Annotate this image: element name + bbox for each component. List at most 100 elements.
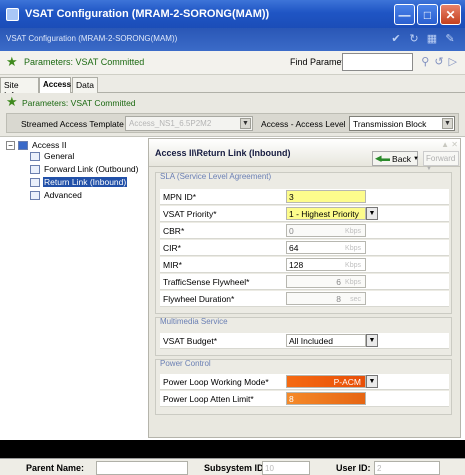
maximize-button[interactable]: □ xyxy=(417,4,438,25)
window-subtitle-bar: VSAT Configuration (MRAM-2-SORONG(MAM)) … xyxy=(0,28,465,51)
cir-input[interactable]: 64 Kbps xyxy=(286,241,366,254)
mpn-id-row: MPN ID* 3 xyxy=(160,189,449,205)
cbr-input[interactable]: 0 Kbps xyxy=(286,224,366,237)
tree-item-forward-link[interactable]: Forward Link (Outbound) xyxy=(44,164,139,174)
user-id-label: User ID: xyxy=(336,463,371,473)
window-subtitle: VSAT Configuration (MRAM-2-SORONG(MAM)) xyxy=(6,34,178,43)
find-parameter-input[interactable] xyxy=(342,53,413,71)
chevron-down-icon[interactable]: ▼ xyxy=(240,118,251,129)
back-label: Back xyxy=(392,153,411,164)
subsystem-id-field: 10 xyxy=(262,461,310,475)
flywheel-row: TrafficSense Flywheel* 6 Kbps xyxy=(160,274,449,290)
template-bar: Streamed Access Template Access_NS1_6.5P… xyxy=(6,113,459,133)
flywheel-duration-label: Flywheel Duration* xyxy=(163,294,235,304)
power-control-group: Power Control Power Loop Working Mode* P… xyxy=(155,359,452,415)
forward-button[interactable]: Forward ▼ xyxy=(423,151,459,172)
window-title: VSAT Configuration (MRAM-2-SORONG(MAM)) xyxy=(25,8,270,20)
collapse-icon[interactable]: − xyxy=(6,141,15,150)
save-icon[interactable]: ▦ xyxy=(425,31,439,45)
power-loop-atten-input[interactable]: 8 xyxy=(286,392,366,405)
refresh-icon[interactable]: ↻ xyxy=(407,31,421,45)
chevron-down-icon: ▼ xyxy=(412,155,419,162)
cbr-label: CBR* xyxy=(163,226,185,236)
power-loop-mode-select[interactable]: P-ACM xyxy=(286,375,366,388)
mir-value: 128 xyxy=(289,260,304,270)
mir-input[interactable]: 128 Kbps xyxy=(286,258,366,271)
mpn-id-input[interactable]: 3 xyxy=(286,190,366,203)
forward-label: Forward xyxy=(426,154,456,163)
edit-icon[interactable]: ✎ xyxy=(443,31,457,45)
navigation-tree: − Access II General Forward Link (Outbou… xyxy=(6,140,144,432)
parent-name-field xyxy=(96,461,188,475)
star-icon: ★ xyxy=(6,54,18,69)
cir-label: CIR* xyxy=(163,243,181,253)
search-icon[interactable]: ⚲ xyxy=(421,55,429,68)
app-icon xyxy=(6,7,19,21)
tab-site-info[interactable]: Site Info xyxy=(0,77,39,100)
chevron-down-icon[interactable]: ▼ xyxy=(442,118,453,129)
template-value: Access_NS1_6.5P2M2 xyxy=(129,119,212,128)
minimize-button[interactable]: — xyxy=(394,4,415,25)
tree-root[interactable]: Access II xyxy=(32,140,66,150)
tree-item-advanced[interactable]: Advanced xyxy=(44,190,82,200)
close-button[interactable]: ✕ xyxy=(440,4,461,25)
panel-close-icon[interactable]: ▲ ✕ xyxy=(441,140,458,149)
multimedia-group: Multimedia Service VSAT Budget* All Incl… xyxy=(155,317,452,356)
parameters-status: Parameters: VSAT Committed xyxy=(24,57,145,67)
mir-unit: Kbps xyxy=(345,262,361,269)
find-next-icon[interactable]: ↺ xyxy=(434,55,443,68)
power-loop-atten-label: Power Loop Atten Limit* xyxy=(163,394,254,404)
chevron-down-icon[interactable]: ▼ xyxy=(366,207,378,220)
tab-bar: Site Info Access Data xyxy=(0,75,465,100)
page-icon xyxy=(30,152,40,161)
mir-row: MIR* 128 Kbps xyxy=(160,257,449,273)
panel-header: Access II\Return Link (Inbound) ▲ ✕ ◀▬ B… xyxy=(149,139,460,172)
black-band xyxy=(0,440,465,458)
back-arrow-icon: ◀▬ xyxy=(375,153,391,163)
panel-title: Access II\Return Link (Inbound) xyxy=(155,148,291,158)
cbr-row: CBR* 0 Kbps xyxy=(160,223,449,239)
vsat-budget-label: VSAT Budget* xyxy=(163,336,218,346)
tab-access[interactable]: Access xyxy=(39,77,71,93)
tree-item-return-link[interactable]: Return Link (Inbound) xyxy=(43,177,128,187)
flywheel-value: 6 xyxy=(336,277,341,287)
flywheel-duration-input[interactable]: 8 sec xyxy=(286,292,366,305)
detail-panel: Access II\Return Link (Inbound) ▲ ✕ ◀▬ B… xyxy=(148,138,461,438)
access-level-select[interactable]: Transmission Block ▼ xyxy=(349,116,455,131)
access-level-value: Transmission Block xyxy=(353,119,427,129)
cir-unit: Kbps xyxy=(345,245,361,252)
tree-item-general[interactable]: General xyxy=(44,151,74,161)
vsat-budget-row: VSAT Budget* All Included ▼ xyxy=(160,333,449,349)
access-header: ★ Parameters: VSAT Committed Streamed Ac… xyxy=(0,93,465,137)
page-icon xyxy=(30,165,40,174)
mpn-id-label: MPN ID* xyxy=(163,192,197,202)
chevron-down-icon[interactable]: ▼ xyxy=(366,334,378,347)
power-loop-mode-row: Power Loop Working Mode* P-ACM ▼ xyxy=(160,374,449,390)
vsat-budget-select[interactable]: All Included xyxy=(286,334,366,347)
power-control-group-title: Power Control xyxy=(160,359,211,368)
chevron-down-icon[interactable]: ▼ xyxy=(366,375,378,388)
mir-label: MIR* xyxy=(163,260,182,270)
flywheel-label: TrafficSense Flywheel* xyxy=(163,277,250,287)
title-bar: VSAT Configuration (MRAM-2-SORONG(MAM)) … xyxy=(0,0,465,28)
star-icon: ★ xyxy=(6,94,18,109)
page-icon xyxy=(30,178,40,187)
template-select[interactable]: Access_NS1_6.5P2M2 ▼ xyxy=(125,116,253,131)
vsat-config-window: VSAT Configuration (MRAM-2-SORONG(MAM)) … xyxy=(0,0,465,475)
cir-row: CIR* 64 Kbps xyxy=(160,240,449,256)
access-level-label: Access - Access Level xyxy=(261,119,346,129)
cbr-unit: Kbps xyxy=(345,228,361,235)
power-loop-mode-label: Power Loop Working Mode* xyxy=(163,377,269,387)
flywheel-input[interactable]: 6 Kbps xyxy=(286,275,366,288)
cir-value: 64 xyxy=(289,243,299,253)
flywheel-duration-value: 8 xyxy=(336,294,341,304)
check-icon[interactable]: ✔ xyxy=(389,31,403,45)
vsat-priority-select[interactable]: 1 - Highest Priority xyxy=(286,207,366,220)
folder-icon xyxy=(18,141,28,150)
tab-data[interactable]: Data xyxy=(72,77,98,93)
back-button[interactable]: ◀▬ Back ▼ xyxy=(372,151,419,166)
filter-icon[interactable]: ▷ xyxy=(449,55,457,68)
user-id-field: 2 xyxy=(374,461,440,475)
status-bar: Parent Name: Subsystem ID: 10 User ID: 2 xyxy=(0,458,465,475)
sla-group: SLA (Service Level Agreement) MPN ID* 3 … xyxy=(155,172,452,314)
